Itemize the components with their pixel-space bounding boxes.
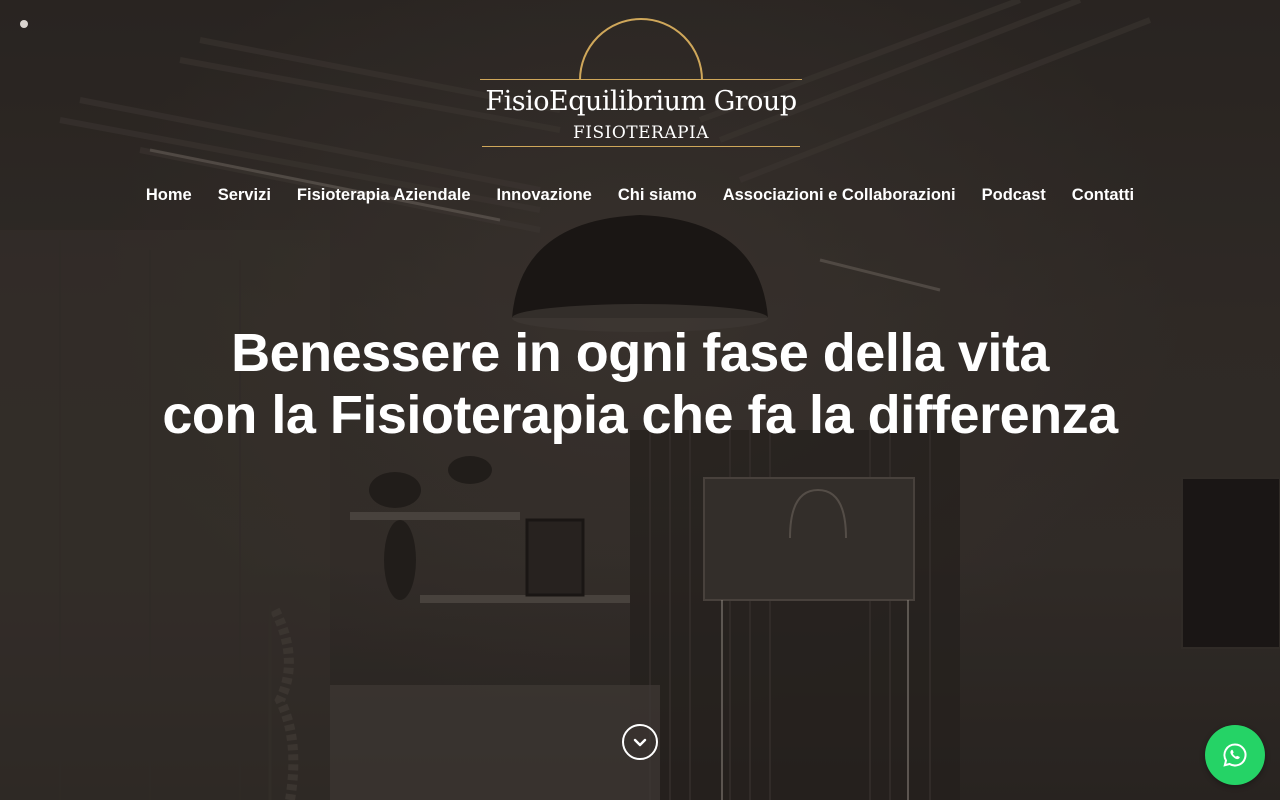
nav-item-podcast[interactable]: Podcast xyxy=(982,182,1046,208)
nav-item-contatti[interactable]: Contatti xyxy=(1072,182,1134,208)
logo-rule-top xyxy=(480,79,802,80)
nav-item-innovazione[interactable]: Innovazione xyxy=(497,182,592,208)
hero-headline-line-1: Benessere in ogni fase della vita xyxy=(231,323,1049,383)
site-logo[interactable]: FisioEquilibrium Group FISIOTERAPIA xyxy=(480,16,802,152)
nav-item-chi-siamo[interactable]: Chi siamo xyxy=(618,182,697,208)
logo-brand-name: FisioEquilibrium Group xyxy=(485,86,797,117)
whatsapp-icon xyxy=(1223,743,1247,767)
nav-item-servizi[interactable]: Servizi xyxy=(218,182,271,208)
hero-headline: Benessere in ogni fase della vita con la… xyxy=(0,322,1280,446)
main-navigation: Home Servizi Fisioterapia Aziendale Inno… xyxy=(0,182,1280,208)
chevron-down-icon xyxy=(633,738,647,747)
scroll-down-button[interactable] xyxy=(622,724,658,760)
hero-headline-line-2: con la Fisioterapia che fa la differenza xyxy=(162,385,1118,445)
nav-item-fisioterapia-aziendale[interactable]: Fisioterapia Aziendale xyxy=(297,182,471,208)
logo-tagline: FISIOTERAPIA xyxy=(572,123,710,143)
whatsapp-button[interactable] xyxy=(1205,725,1265,785)
logo-rule-bottom xyxy=(482,146,800,147)
nav-item-home[interactable]: Home xyxy=(146,182,192,208)
nav-item-associazioni[interactable]: Associazioni e Collaborazioni xyxy=(723,182,956,208)
hero-section: FisioEquilibrium Group FISIOTERAPIA Home… xyxy=(0,0,1280,800)
corner-dot-indicator xyxy=(20,20,28,28)
